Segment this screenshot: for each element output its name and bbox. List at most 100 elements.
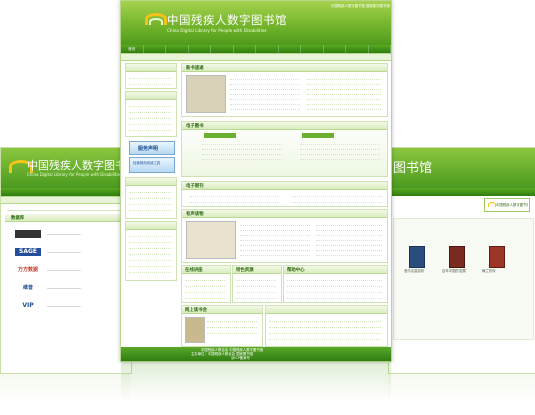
main-title: 中国残疾人数字图书馆 <box>167 13 287 27</box>
main-nav-items: 首页 <box>121 45 391 53</box>
database-sidebar: 数据库 —————————— SAGE —————————— 万方数据 ————… <box>5 214 127 354</box>
right-window-bookshelf: 音乐名曲赏析 百年中国的发展 梅兰芳传 <box>393 218 534 340</box>
book-cover-2[interactable] <box>449 246 465 268</box>
main-footer: 中国残疾人联合会 中国残疾人数字图书馆 主办单位：中国残疾人联合会 国家图书馆 … <box>121 347 391 361</box>
left-window-reflection <box>0 373 130 403</box>
recommend-header: 网上读书会 <box>182 306 262 314</box>
notice-header <box>126 92 176 100</box>
audio-list-a <box>240 221 310 256</box>
main-window-reflection <box>121 361 391 401</box>
right-window-badge[interactable]: 中国残疾人数字图书馆 <box>484 198 530 212</box>
main-logo-icon-inner <box>149 18 163 25</box>
right-window-nav <box>389 188 535 196</box>
header-link-2[interactable]: 国家数字图书馆 <box>366 4 390 8</box>
help-header: 帮助中心 <box>284 266 387 274</box>
nav-item-7[interactable] <box>279 45 301 53</box>
new-arrivals-panel: 新书速递 <box>181 63 388 117</box>
right-background-window: 图书馆 中国残疾人数字图书馆 音乐名曲赏析 百年中国的发展 梅兰芳传 <box>388 147 535 374</box>
left-window-breadcrumb <box>7 206 127 211</box>
lectures-title: 在线讲座 <box>185 268 203 273</box>
new-arrivals-list-a <box>230 75 300 110</box>
logo-cnki[interactable] <box>15 230 41 238</box>
org-box <box>125 221 177 281</box>
new-arrivals-header: 新书速递 <box>182 64 387 72</box>
audio-panel: 有声读物 <box>181 209 388 263</box>
ebooks-tab-a[interactable] <box>204 133 236 138</box>
left-window-subnav <box>1 196 131 204</box>
service-statement-card[interactable]: 服务声明 <box>129 141 175 155</box>
logo-cnki-desc: —————————— <box>47 232 81 236</box>
right-window-reflection <box>388 373 535 403</box>
left-window-header: 中国残疾人数字图书馆 China Digital Library for Peo… <box>1 148 137 188</box>
new-arrivals-title: 新书速递 <box>186 66 204 71</box>
main-nav: 首页 <box>121 45 391 53</box>
nav-item-4[interactable] <box>211 45 234 53</box>
left-window-nav <box>1 188 131 196</box>
nav-item-8[interactable] <box>301 45 324 53</box>
right-badge-label: 中国残疾人数字图书馆 <box>496 203 528 207</box>
main-window: 中国残疾人数字图书馆 China Digital Library for Peo… <box>120 0 392 362</box>
links-box <box>125 177 177 219</box>
audio-header: 有声读物 <box>182 210 387 218</box>
reading-tool-label: 检索网页阅读工具 <box>133 161 161 165</box>
right-window-header: 图书馆 <box>389 148 535 188</box>
special-header: 特色资源 <box>233 266 281 274</box>
right-window-title: 图书馆 <box>393 161 433 176</box>
main-subnav <box>121 53 391 61</box>
nav-item-9[interactable] <box>324 45 346 53</box>
lectures-header: 在线讲座 <box>182 266 230 274</box>
misc-header <box>266 306 387 314</box>
nav-item-5[interactable] <box>234 45 256 53</box>
notice-box <box>125 91 177 137</box>
links-header <box>126 178 176 186</box>
org-header <box>126 222 176 230</box>
reading-tool-card[interactable]: 检索网页阅读工具 <box>129 157 175 173</box>
logo-vip[interactable]: VIP <box>15 302 41 310</box>
logo-sage[interactable]: SAGE <box>15 248 41 256</box>
elearning-header: 电子期刊 <box>182 182 387 190</box>
recommend-title: 网上读书会 <box>185 308 207 313</box>
help-title: 帮助中心 <box>287 268 305 273</box>
logo-vip-desc: —————————— <box>47 304 81 308</box>
nav-item-0[interactable]: 首页 <box>121 45 144 53</box>
new-arrivals-image[interactable] <box>186 75 226 113</box>
elearning-panel: 电子期刊 <box>181 181 388 207</box>
book-title-1[interactable]: 音乐名曲赏析 <box>404 269 430 273</box>
nav-item-11[interactable] <box>369 45 391 53</box>
nav-item-1[interactable] <box>144 45 166 53</box>
nav-item-3[interactable] <box>189 45 211 53</box>
book-title-3[interactable]: 梅兰芳传 <box>482 269 508 273</box>
left-column: 服务声明 检索网页阅读工具 <box>125 63 177 293</box>
audio-title: 有声读物 <box>186 212 204 217</box>
database-title: 数据库 <box>11 216 25 221</box>
special-title: 特色资源 <box>236 268 254 273</box>
lectures-panel: 在线讲座 <box>181 265 231 303</box>
nav-item-2[interactable] <box>166 45 189 53</box>
ebooks-list-b <box>300 140 380 160</box>
book-cover-3[interactable] <box>489 246 505 268</box>
logo-sage-desc: —————————— <box>47 250 81 254</box>
database-header: 数据库 <box>5 214 127 222</box>
book-cover-1[interactable] <box>409 246 425 268</box>
audio-list-b <box>316 221 382 256</box>
book-title-2[interactable]: 百年中国的发展 <box>442 269 468 273</box>
service-statement-label: 服务声明 <box>138 146 159 152</box>
new-arrivals-list-b <box>307 75 381 110</box>
nav-item-10[interactable] <box>346 45 369 53</box>
ebooks-panel: 电子图书 <box>181 121 388 177</box>
special-panel: 特色资源 <box>232 265 282 303</box>
recommend-image[interactable] <box>185 317 205 343</box>
ebooks-tab-b[interactable] <box>302 133 334 138</box>
left-window-subtitle: China Digital Library for People with Di… <box>27 172 123 177</box>
logo-wanfang[interactable]: 万方数据 <box>15 266 41 274</box>
nav-item-6[interactable] <box>256 45 279 53</box>
misc-panel <box>265 305 388 347</box>
header-link-1[interactable]: 中国残疾人数字图书馆 <box>331 4 365 8</box>
left-background-window: 中国残疾人数字图书馆 China Digital Library for Peo… <box>0 147 137 374</box>
logo-weipu[interactable]: 维普 <box>15 284 41 292</box>
main-subtitle: China Digital Library for People with Di… <box>167 28 267 33</box>
logo-wanfang-desc: —————————— <box>47 268 81 272</box>
audio-image[interactable] <box>186 221 236 259</box>
recommend-panel: 网上读书会 <box>181 305 263 347</box>
login-header <box>126 64 176 72</box>
